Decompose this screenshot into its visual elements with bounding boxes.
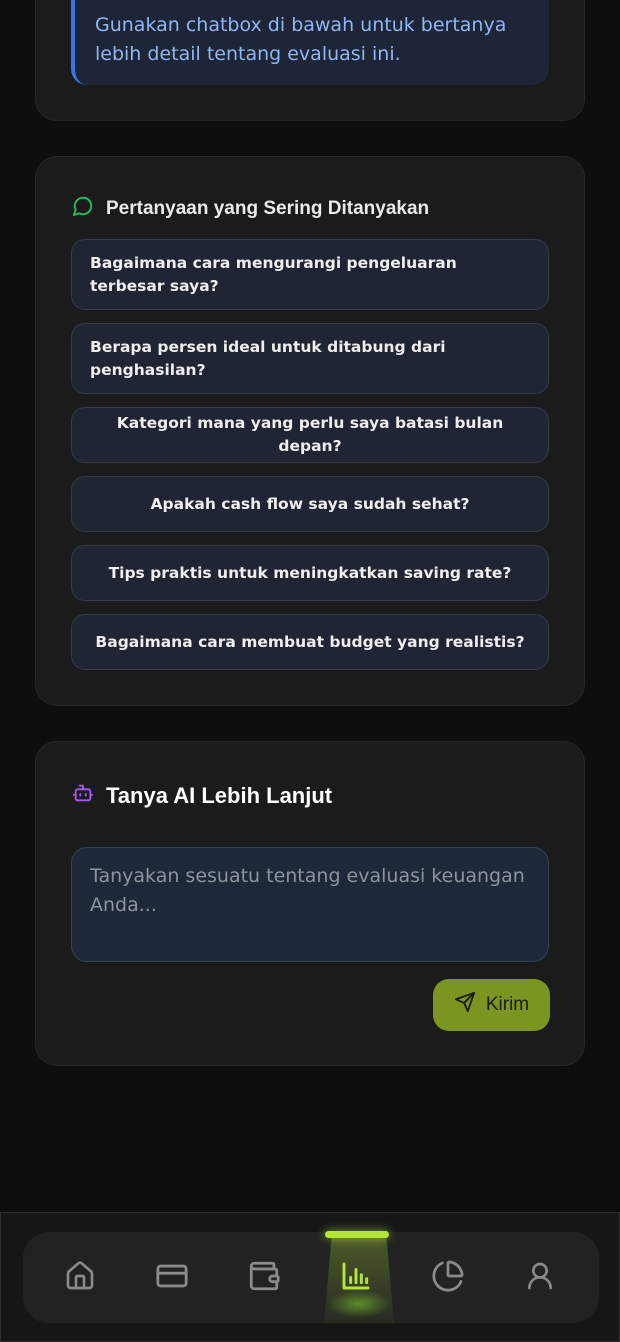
nav-home[interactable] [50, 1232, 110, 1323]
home-icon [64, 1260, 96, 1296]
faq-question-limit-category[interactable]: Kategori mana yang perlu saya batasi bul… [71, 407, 549, 463]
active-nav-indicator [325, 1231, 389, 1238]
faq-question-saving-rate-tips[interactable]: Tips praktis untuk meningkatkan saving r… [71, 545, 549, 601]
faq-question-saving-percent[interactable]: Berapa persen ideal untuk ditabung dari … [71, 323, 549, 394]
credit-card-icon [155, 1259, 189, 1297]
faq-list: Bagaimana cara mengurangi pengeluaran te… [71, 239, 549, 683]
info-note: Gunakan chatbox di bawah untuk bertanya … [71, 0, 549, 85]
bot-icon [72, 782, 94, 810]
evaluation-card: Gunakan chatbox di bawah untuk bertanya … [35, 0, 585, 121]
faq-title: Pertanyaan yang Sering Ditanyakan [106, 198, 430, 219]
nav-cards[interactable] [142, 1232, 202, 1323]
faq-card: Pertanyaan yang Sering Ditanyakan Bagaim… [35, 156, 585, 706]
bar-chart-icon [340, 1260, 372, 1296]
nav-analytics[interactable] [418, 1232, 478, 1323]
faq-question-biggest-expense[interactable]: Bagaimana cara mengurangi pengeluaran te… [71, 239, 549, 310]
send-label: Kirim [485, 994, 530, 1015]
ai-question-input[interactable] [71, 847, 549, 962]
nav-pill [23, 1231, 599, 1323]
nav-evaluation[interactable] [326, 1232, 386, 1323]
ai-chat-card: Tanya AI Lebih Lanjut Kirim [35, 741, 585, 1066]
ai-heading: Tanya AI Lebih Lanjut [72, 782, 332, 810]
bottom-navigation [0, 1212, 620, 1342]
nav-profile[interactable] [510, 1232, 570, 1323]
send-button[interactable]: Kirim [433, 979, 550, 1031]
nav-wallet[interactable] [234, 1232, 294, 1323]
pie-chart-icon [431, 1259, 465, 1297]
ai-title: Tanya AI Lebih Lanjut [106, 783, 333, 808]
wallet-icon [247, 1259, 281, 1297]
faq-question-cash-flow[interactable]: Apakah cash flow saya sudah sehat? [71, 476, 549, 532]
message-circle-icon [72, 195, 94, 223]
faq-heading: Pertanyaan yang Sering Ditanyakan [72, 195, 429, 223]
user-icon [524, 1260, 556, 1296]
faq-question-budget[interactable]: Bagaimana cara membuat budget yang reali… [71, 614, 549, 670]
send-icon [454, 991, 476, 1019]
